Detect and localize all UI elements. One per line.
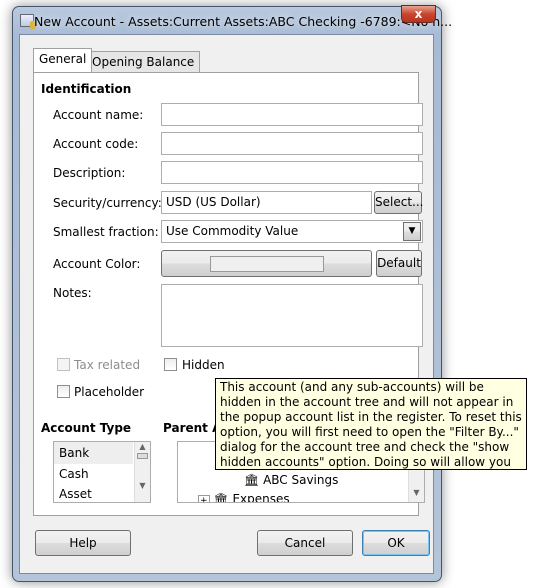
list-item[interactable]: Bank [54,442,133,464]
identification-heading: Identification [41,82,132,96]
fraction-value: Use Commodity Value [166,224,299,238]
fraction-dropdown[interactable]: Use Commodity Value [161,220,423,243]
default-color-button[interactable]: Default [376,250,422,277]
hidden-tooltip: This account (and any sub-accounts) will… [215,378,527,470]
tax-related-checkbox[interactable] [57,358,70,371]
help-button[interactable]: Help [35,530,131,556]
close-button[interactable]: x [401,5,436,23]
window-title: New Account - Assets:Current Assets:ABC … [34,14,453,29]
select-currency-button[interactable]: Select... [374,191,423,214]
tree-item[interactable]: + 🏛 Expenses [198,492,290,503]
bank-icon: 🏛 [213,492,229,503]
tree-item[interactable]: 🏛 ABC Savings [244,473,338,487]
app-icon [20,14,36,29]
color-label: Account Color: [53,257,141,271]
description-input[interactable] [161,161,423,184]
account-code-label: Account code: [53,137,139,151]
tab-opening-balance[interactable]: Opening Balance [86,51,201,73]
notes-textarea[interactable] [161,284,423,347]
notes-label: Notes: [53,286,92,300]
placeholder-checkbox[interactable] [57,385,70,398]
hidden-label: Hidden [182,358,225,372]
tax-related-label: Tax related [74,358,141,372]
fraction-label: Smallest fraction: [53,225,159,239]
scrollbar[interactable]: ▲ ▼ [134,442,150,502]
bank-icon: 🏛 [244,473,260,487]
expand-icon[interactable]: + [198,495,210,502]
account-name-input[interactable] [161,103,423,126]
account-type-list[interactable]: Bank Cash Asset ▲ ▼ [53,441,151,503]
hidden-checkbox[interactable] [164,358,177,371]
description-label: Description: [53,166,126,180]
ok-button[interactable]: OK [362,530,430,556]
tab-general[interactable]: General [33,48,93,72]
chevron-down-icon[interactable]: ▼ [403,222,421,241]
cancel-button[interactable]: Cancel [257,530,353,556]
account-color-button[interactable] [161,250,372,277]
placeholder-label: Placeholder [74,385,145,399]
account-code-input[interactable] [161,132,423,155]
color-swatch [209,256,324,272]
account-type-heading: Account Type [41,421,132,435]
security-label: Security/currency: [53,196,162,210]
security-input[interactable]: USD (US Dollar) [161,191,372,214]
account-name-label: Account name: [53,108,144,122]
